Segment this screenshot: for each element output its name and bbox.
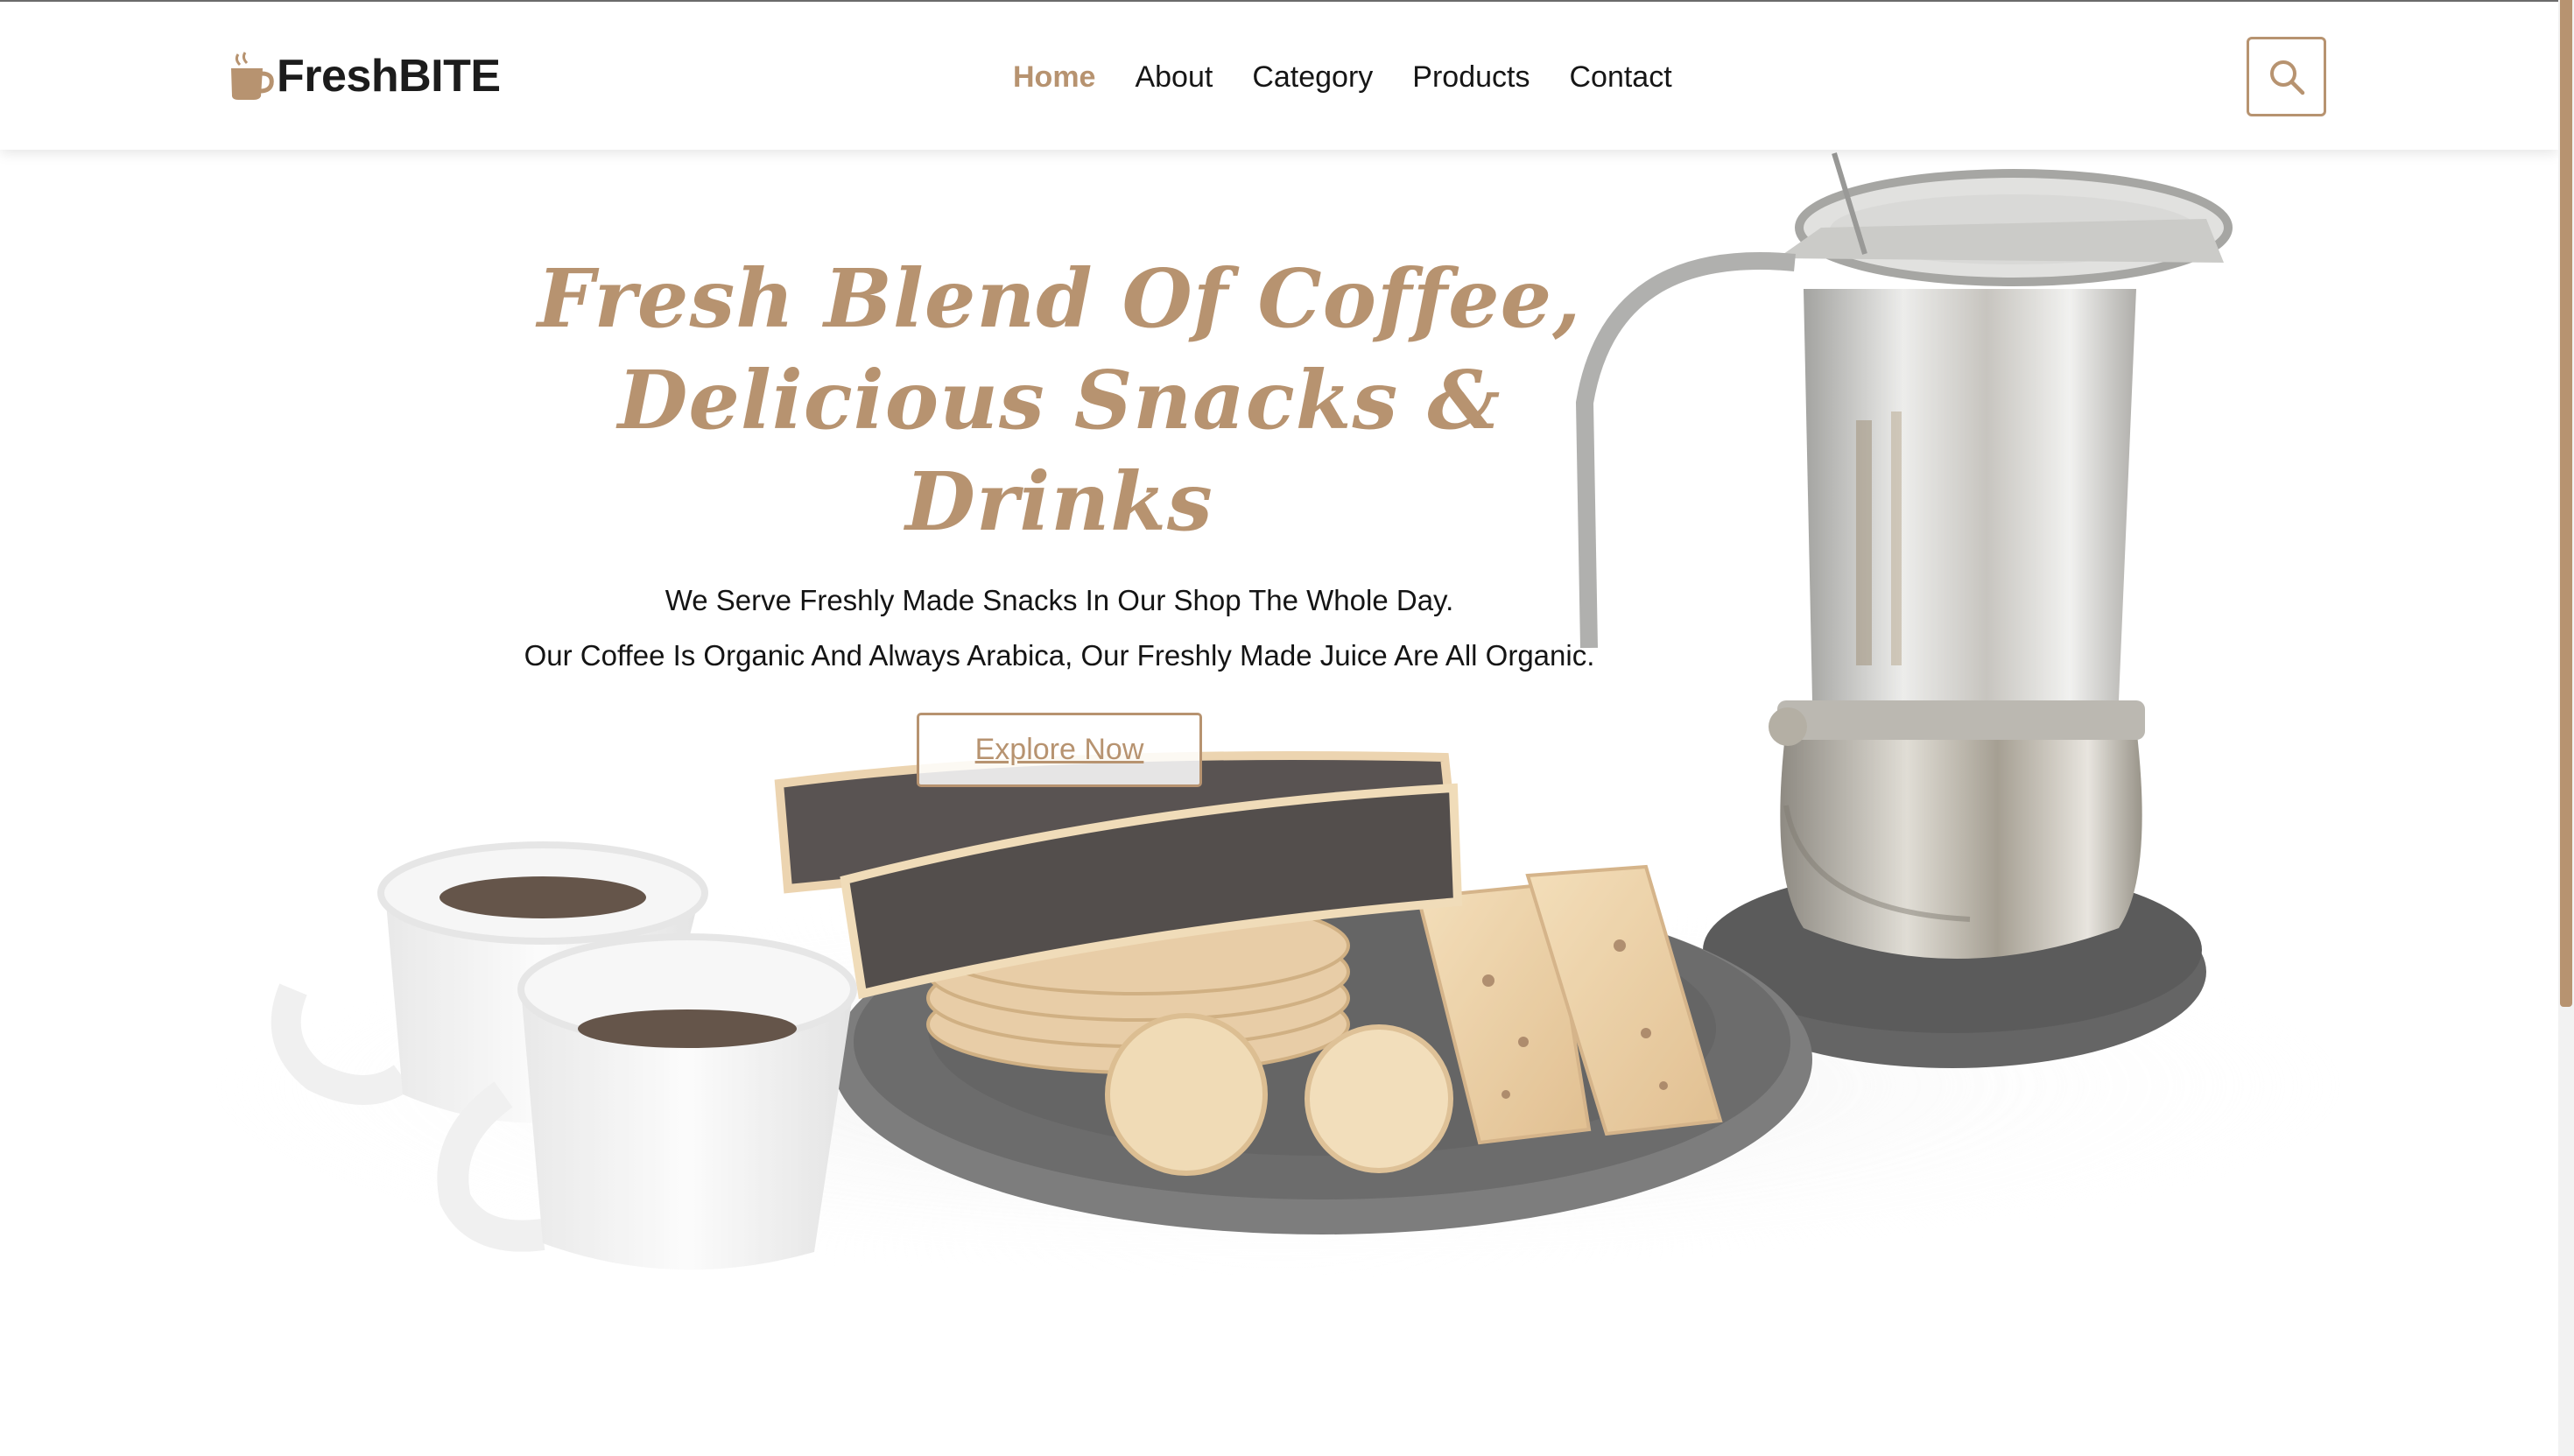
brand-name: FreshBITE [277,51,501,102]
hero-subtitle-line-1: We Serve Freshly Made Snacks In Our Shop… [665,584,1454,616]
nav-home[interactable]: Home [1013,60,1095,95]
site-header: FreshBITE Home About Category Products C… [0,0,2558,150]
nav-products[interactable]: Products [1412,60,1530,95]
nav-category[interactable]: Category [1252,60,1373,95]
hero-title-line-1: Fresh Blend Of Coffee, [537,251,1582,346]
search-icon [2269,60,2304,95]
search-button[interactable] [2247,37,2326,116]
coffee-cup-icon [231,52,274,100]
nav-about[interactable]: About [1135,60,1213,95]
nav-contact[interactable]: Contact [1569,60,1671,95]
page: FreshBITE Home About Category Products C… [0,0,2574,1456]
hero-title-line-2: Delicious Snacks & Drinks [617,353,1502,549]
page-scrollbar[interactable] [2558,0,2574,1456]
hero-title: Fresh Blend Of Coffee, Delicious Snacks … [490,248,1628,552]
hero-section: Fresh Blend Of Coffee, Delicious Snacks … [490,248,1628,787]
main-nav: Home About Category Products Contact [1013,54,1672,100]
hero-subtitle-line-2: Our Coffee Is Organic And Always Arabica… [524,639,1595,672]
scrollbar-thumb[interactable] [2560,0,2572,1007]
brand-logo[interactable]: FreshBITE [229,47,501,105]
explore-now-button[interactable]: Explore Now [917,713,1202,787]
